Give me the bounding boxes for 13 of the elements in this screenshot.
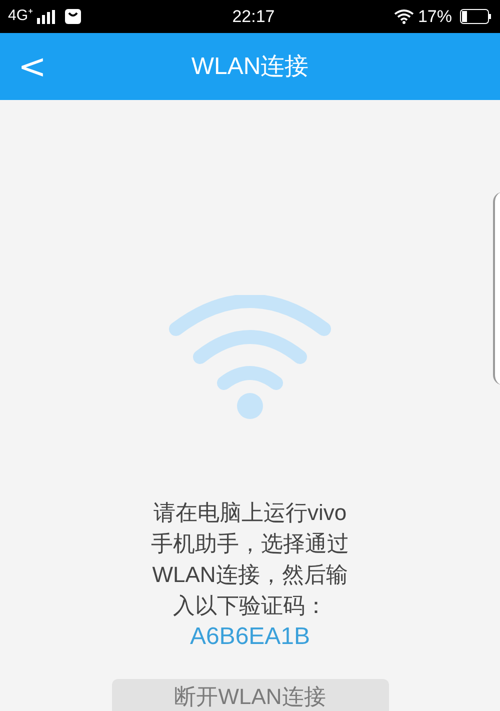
instruction-text: 请在电脑上运行vivo手机助手，选择通过WLAN连接，然后输入以下验证码： <box>150 499 350 620</box>
clock: 22:17 <box>232 6 275 28</box>
network-label: 4G⁺ <box>8 6 34 26</box>
verification-code: A6B6EA1B <box>190 622 310 652</box>
back-button[interactable]: < <box>18 50 46 84</box>
disconnect-button[interactable]: 断开WLAN连接 <box>112 679 388 711</box>
battery-percentage: 17% <box>418 6 452 28</box>
wifi-icon <box>168 295 332 419</box>
signal-icon <box>37 10 58 24</box>
screen-title: WLAN连接 <box>191 52 309 82</box>
wifi-icon <box>394 9 414 24</box>
battery-icon <box>460 9 492 24</box>
notification-icon <box>65 9 82 24</box>
